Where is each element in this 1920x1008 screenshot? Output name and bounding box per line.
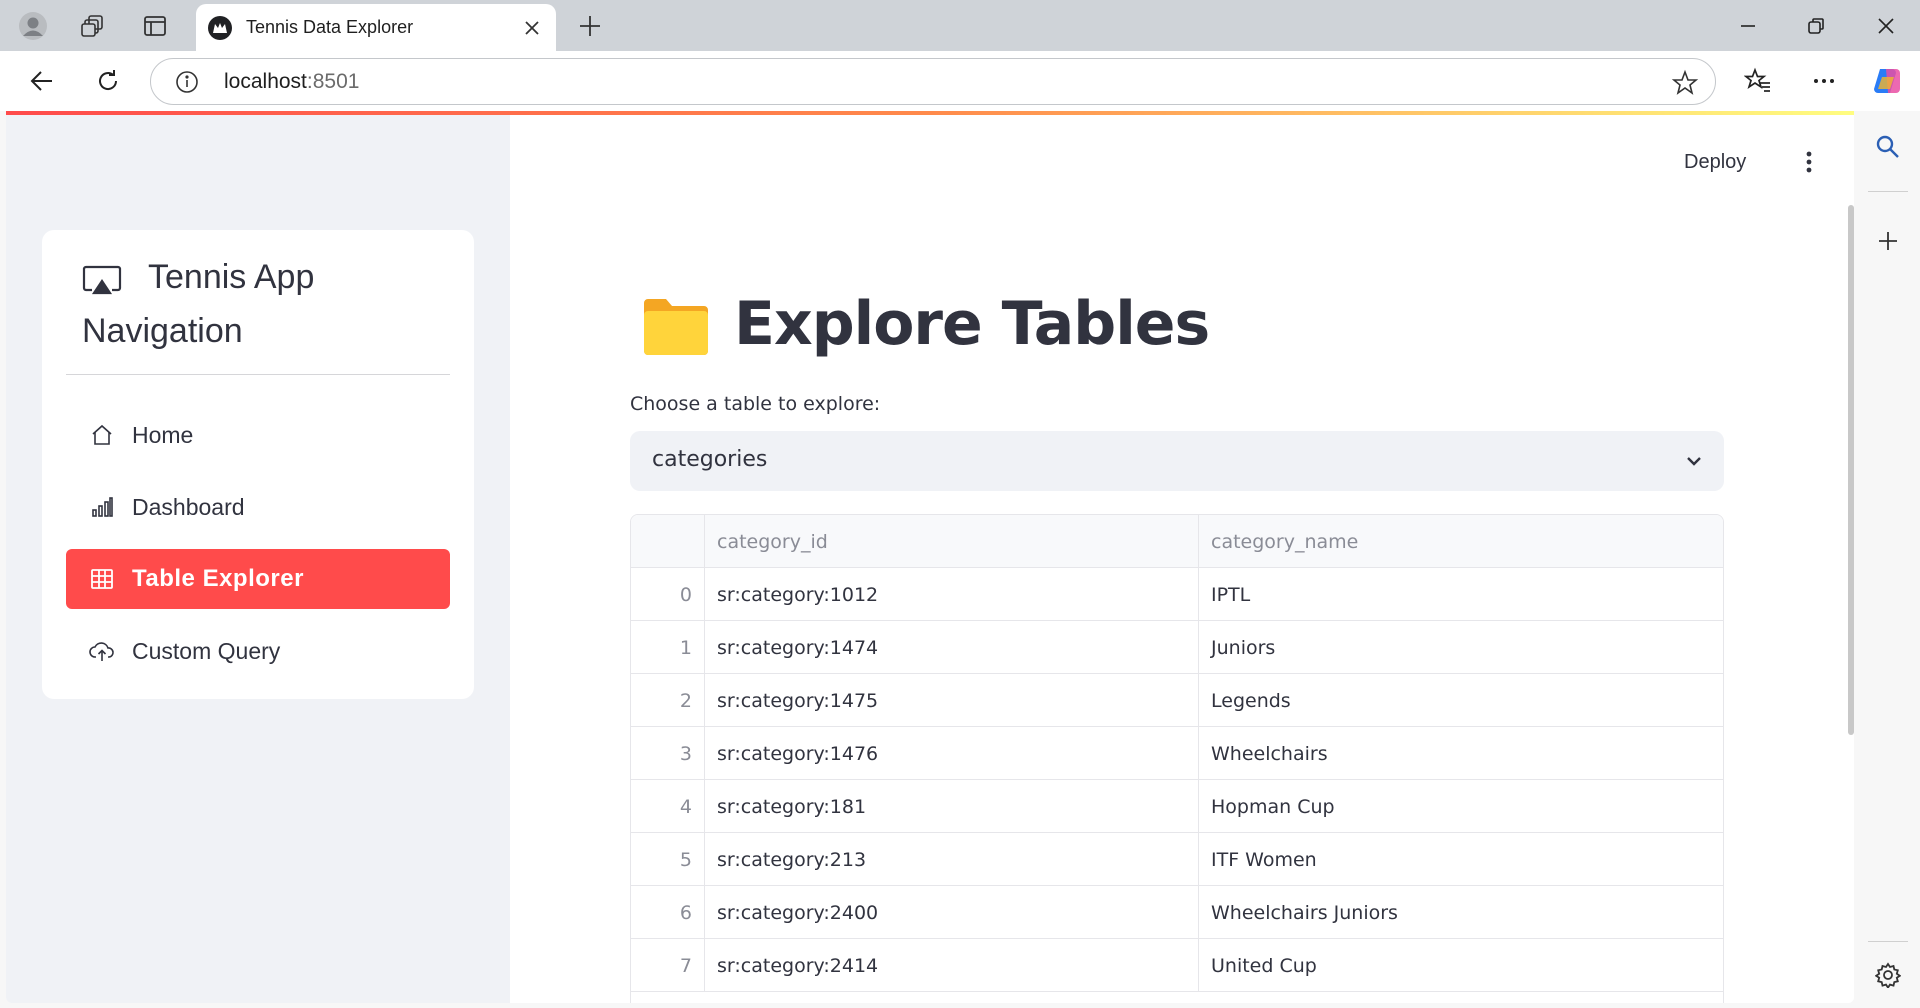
back-arrow-icon[interactable] [20, 59, 64, 103]
table-select-value: categories [652, 447, 768, 472]
table-row[interactable]: 7 sr:category:2414 United Cup [631, 939, 1723, 992]
favorite-star-icon[interactable] [1671, 69, 1699, 97]
restore-icon[interactable] [1782, 0, 1850, 51]
settings-gear-icon[interactable] [1866, 953, 1910, 997]
side-panel-divider [1868, 941, 1908, 942]
navigation-title: Tennis App [148, 258, 315, 296]
table-select-label: Choose a table to explore: [630, 393, 881, 415]
tab-title: Tennis Data Explorer [246, 17, 414, 37]
app-sidebar: Tennis App Navigation Home Dashboard Tab [6, 115, 510, 1003]
cloud-upload-icon [88, 637, 116, 665]
browser-address-bar: localhost:8501 [0, 51, 1920, 111]
table-row[interactable]: 0 sr:category:1012 IPTL [631, 568, 1723, 621]
cell-category-id[interactable]: sr:category:2414 [705, 939, 1199, 992]
minimize-icon[interactable] [1714, 0, 1782, 51]
row-index: 0 [631, 568, 705, 621]
sidebar-item-table-explorer[interactable]: Table Explorer [66, 549, 450, 609]
navigation-divider [66, 374, 450, 375]
sidebar-item-home[interactable]: Home [66, 405, 450, 465]
row-index: 1 [631, 621, 705, 674]
row-index: 2 [631, 674, 705, 727]
table-row[interactable]: 6 sr:category:2400 Wheelchairs Juniors [631, 886, 1723, 939]
row-index: 3 [631, 727, 705, 780]
cell-category-id[interactable]: sr:category:1012 [705, 568, 1199, 621]
navigation-title-line2: Navigation [82, 312, 243, 350]
cell-category-id[interactable]: sr:category:181 [705, 780, 1199, 833]
cell-category-name[interactable]: Wheelchairs [1199, 727, 1723, 780]
site-info-icon[interactable] [175, 70, 199, 94]
row-index: 4 [631, 780, 705, 833]
table-header-row: category_id category_name [631, 515, 1723, 568]
sidebar-item-dashboard[interactable]: Dashboard [66, 477, 450, 537]
row-index: 6 [631, 886, 705, 939]
sidebar-item-label: Table Explorer [132, 565, 304, 592]
side-panel-divider [1868, 191, 1908, 192]
sidebar-item-label: Dashboard [132, 493, 245, 520]
home-icon [88, 421, 116, 449]
table-row[interactable]: 4 sr:category:181 Hopman Cup [631, 780, 1723, 833]
row-index: 7 [631, 939, 705, 992]
main-content: Deploy Explore Tables Choose a table to … [510, 115, 1854, 1003]
favorites-icon[interactable] [1736, 59, 1780, 103]
cell-category-name[interactable]: Juniors [1199, 621, 1723, 674]
page-title: Explore Tables [734, 289, 1210, 359]
chevron-down-icon [1687, 457, 1701, 466]
cell-category-id[interactable]: sr:category:1476 [705, 727, 1199, 780]
profile-avatar-icon[interactable] [8, 0, 58, 51]
active-tab[interactable]: Tennis Data Explorer [196, 4, 556, 51]
cell-category-name[interactable]: Wheelchairs Juniors [1199, 886, 1723, 939]
folder-icon [644, 299, 708, 355]
index-header [631, 515, 705, 568]
cell-category-name[interactable]: Legends [1199, 674, 1723, 727]
tab-close-icon[interactable] [516, 12, 548, 44]
copilot-icon[interactable] [1866, 59, 1910, 103]
table-row[interactable]: 1 sr:category:1474 Juniors [631, 621, 1723, 674]
row-index: 5 [631, 833, 705, 886]
cell-category-name[interactable]: ITF Women [1199, 833, 1723, 886]
bar-chart-icon [88, 493, 116, 521]
url-field[interactable]: localhost:8501 [150, 58, 1716, 105]
cell-category-id[interactable]: sr:category:1474 [705, 621, 1199, 674]
close-window-icon[interactable] [1852, 0, 1920, 51]
table-icon [88, 565, 116, 593]
workspaces-icon[interactable] [68, 0, 118, 51]
data-table[interactable]: category_id category_name 0 sr:category:… [630, 514, 1724, 1003]
url-text: localhost:8501 [224, 70, 360, 93]
table-row[interactable]: 5 sr:category:213 ITF Women [631, 833, 1723, 886]
cell-category-name[interactable]: Hopman Cup [1199, 780, 1723, 833]
main-menu-icon[interactable] [1794, 147, 1824, 177]
column-header-category-id[interactable]: category_id [705, 515, 1199, 568]
tab-actions-icon[interactable] [130, 0, 180, 51]
browser-side-panel [1856, 111, 1920, 1008]
add-plus-icon[interactable] [1866, 219, 1910, 263]
page-scrollbar[interactable] [1848, 205, 1854, 735]
sidebar-item-custom-query[interactable]: Custom Query [66, 621, 450, 681]
new-tab-plus-icon[interactable] [570, 6, 610, 46]
table-row[interactable]: 3 sr:category:1476 Wheelchairs [631, 727, 1723, 780]
streamlit-favicon-icon [208, 16, 232, 40]
cell-category-name[interactable]: United Cup [1199, 939, 1723, 992]
page-viewport: Tennis App Navigation Home Dashboard Tab [6, 111, 1854, 1003]
sidebar-item-label: Home [132, 421, 194, 448]
table-row[interactable]: 2 sr:category:1475 Legends [631, 674, 1723, 727]
table-select[interactable]: categories [630, 431, 1724, 491]
cell-category-id[interactable]: sr:category:2400 [705, 886, 1199, 939]
cell-category-id[interactable]: sr:category:213 [705, 833, 1199, 886]
browser-tab-bar: Tennis Data Explorer [0, 0, 1920, 51]
reload-icon[interactable] [86, 59, 130, 103]
cast-display-icon [82, 265, 122, 295]
column-header-category-name[interactable]: category_name [1199, 515, 1723, 568]
cell-category-name[interactable]: IPTL [1199, 568, 1723, 621]
more-options-icon[interactable] [1802, 59, 1846, 103]
cell-category-id[interactable]: sr:category:1475 [705, 674, 1199, 727]
navigation-menu: Tennis App Navigation Home Dashboard Tab [42, 230, 474, 699]
sidebar-item-label: Custom Query [132, 637, 281, 664]
deploy-button[interactable]: Deploy [1684, 151, 1746, 174]
search-icon[interactable] [1866, 125, 1910, 169]
